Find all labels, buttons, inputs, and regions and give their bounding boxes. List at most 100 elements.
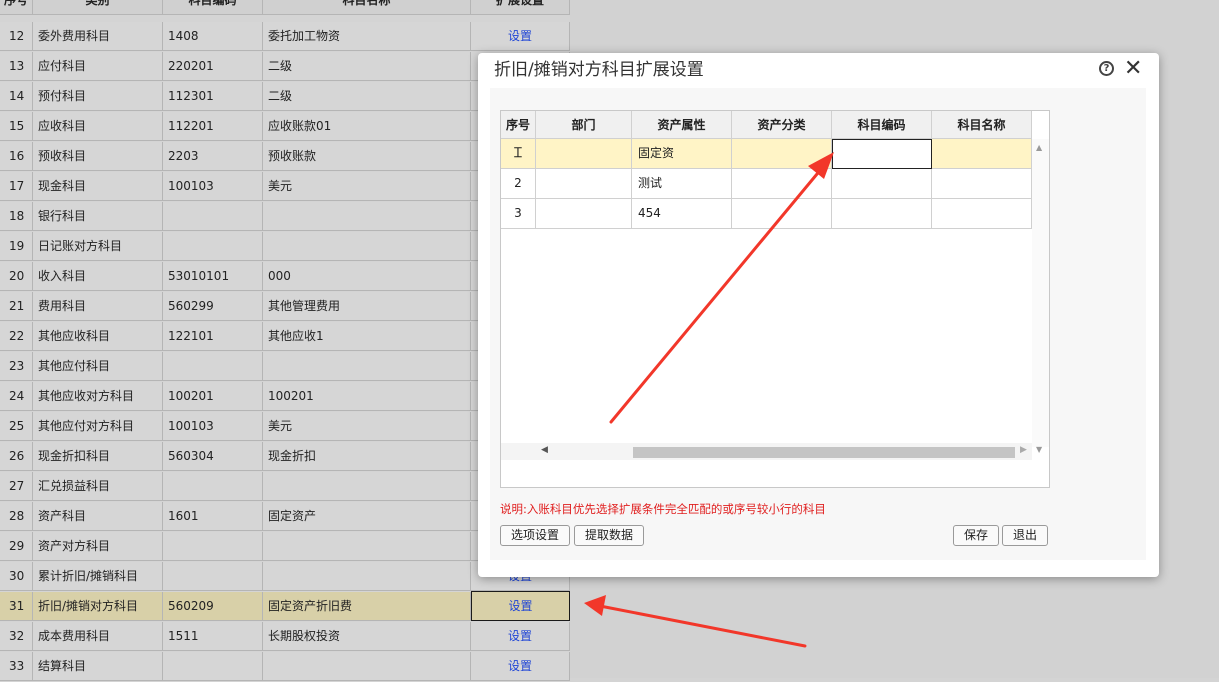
header-no: 序号 <box>0 0 33 15</box>
grid-cell-class[interactable] <box>732 139 832 169</box>
row-category: 费用科目 <box>33 292 163 321</box>
row-no: 12 <box>0 22 33 51</box>
grid-cell-class[interactable] <box>732 169 832 199</box>
settings-link[interactable]: 设置 <box>471 22 570 51</box>
row-name <box>263 652 471 681</box>
settings-link[interactable]: 设置 <box>471 591 570 621</box>
grid-cell-dept[interactable] <box>536 139 632 169</box>
grid-cell-name[interactable] <box>932 169 1032 199</box>
settings-link[interactable]: 设置 <box>471 652 570 681</box>
row-code: 560209 <box>163 592 263 621</box>
scroll-left-icon[interactable]: ◀ <box>541 445 548 455</box>
row-category: 汇兑损益科目 <box>33 472 163 501</box>
table-row[interactable]: 32 成本费用科目 1511 长期股权投资 设置 <box>0 622 570 652</box>
grid-cell-code[interactable] <box>832 199 932 229</box>
grid-cell-class[interactable] <box>732 199 832 229</box>
row-category: 其他应收科目 <box>33 322 163 351</box>
row-no: 28 <box>0 502 33 531</box>
row-no: 13 <box>0 52 33 81</box>
row-name: 长期股权投资 <box>263 622 471 651</box>
row-category: 应付科目 <box>33 52 163 81</box>
row-no: 32 <box>0 622 33 651</box>
grid-cell-no: 3 <box>501 199 536 229</box>
grid-header-dept: 部门 <box>536 111 632 139</box>
row-code <box>163 532 263 561</box>
row-no: 14 <box>0 82 33 111</box>
header-name: 科目名称 <box>263 0 471 15</box>
row-code <box>163 562 263 591</box>
grid-header-code: 科目编码 <box>832 111 932 139</box>
row-category: 资产科目 <box>33 502 163 531</box>
row-no: 15 <box>0 112 33 141</box>
grid-row[interactable]: 3 454 <box>501 199 1032 229</box>
row-code <box>163 352 263 381</box>
row-name: 固定资产 <box>263 502 471 531</box>
row-name: 二级 <box>263 52 471 81</box>
settings-link[interactable]: 设置 <box>471 622 570 651</box>
row-code <box>163 472 263 501</box>
row-no: 18 <box>0 202 33 231</box>
header-code: 科目编码 <box>163 0 263 15</box>
row-no: 22 <box>0 322 33 351</box>
grid-cell-dept[interactable] <box>536 199 632 229</box>
grid-cell-attr[interactable]: 固定资 <box>632 139 732 169</box>
grid-cell-dept[interactable] <box>536 169 632 199</box>
row-category: 应收科目 <box>33 112 163 141</box>
row-code: 560299 <box>163 292 263 321</box>
grid-row[interactable]: 2 测试 <box>501 169 1032 199</box>
grid-row[interactable]: ⌶ 固定资 <box>501 139 1032 169</box>
row-category: 委外费用科目 <box>33 22 163 51</box>
table-header: 序号 类别 科目编码 科目名称 扩展设置 <box>0 0 570 16</box>
close-icon[interactable]: ✕ <box>1124 56 1142 82</box>
exit-button[interactable]: 退出 <box>1002 525 1048 546</box>
extension-grid: 序号 部门 资产属性 资产分类 科目编码 科目名称 ⌶ 固定资 2 测试 3 4… <box>500 110 1050 488</box>
option-settings-button[interactable]: 选项设置 <box>500 525 570 546</box>
row-category: 其他应付科目 <box>33 352 163 381</box>
scroll-thumb[interactable] <box>633 447 1015 458</box>
scroll-down-icon[interactable]: ▼ <box>1036 445 1042 454</box>
account-code-input[interactable] <box>832 139 932 169</box>
grid-cell-name[interactable] <box>932 139 1032 169</box>
row-name: 其他应收1 <box>263 322 471 351</box>
grid-header: 序号 部门 资产属性 资产分类 科目编码 科目名称 <box>501 111 1032 139</box>
row-name <box>263 532 471 561</box>
grid-cell-no: 2 <box>501 169 536 199</box>
grid-cell-code[interactable] <box>832 169 932 199</box>
row-category: 其他应收对方科目 <box>33 382 163 411</box>
row-edit-icon[interactable]: ⌶ <box>501 139 536 169</box>
grid-cell-attr[interactable]: 454 <box>632 199 732 229</box>
table-row[interactable]: 12 委外费用科目 1408 委托加工物资 设置 <box>0 22 570 52</box>
fetch-data-button[interactable]: 提取数据 <box>574 525 644 546</box>
row-code: 112301 <box>163 82 263 111</box>
row-name <box>263 232 471 261</box>
row-code <box>163 652 263 681</box>
row-category: 成本费用科目 <box>33 622 163 651</box>
row-no: 29 <box>0 532 33 561</box>
row-no: 20 <box>0 262 33 291</box>
row-name: 其他管理费用 <box>263 292 471 321</box>
save-button[interactable]: 保存 <box>953 525 999 546</box>
header-ext: 扩展设置 <box>471 0 570 15</box>
scroll-up-icon[interactable]: ▲ <box>1036 143 1042 152</box>
row-no: 16 <box>0 142 33 171</box>
vertical-scrollbar[interactable]: ▲ ▼ <box>1032 139 1049 454</box>
row-code: 1601 <box>163 502 263 531</box>
scroll-right-icon[interactable]: ▶ <box>1020 445 1027 455</box>
horizontal-scrollbar[interactable]: ◀ ▶ <box>501 443 1032 460</box>
row-name: 固定资产折旧费 <box>263 592 471 621</box>
grid-header-attr: 资产属性 <box>632 111 732 139</box>
row-name: 美元 <box>263 412 471 441</box>
row-no: 25 <box>0 412 33 441</box>
row-category: 折旧/摊销对方科目 <box>33 592 163 621</box>
row-no: 23 <box>0 352 33 381</box>
help-icon[interactable]: ? <box>1099 61 1114 76</box>
grid-cell-attr[interactable]: 测试 <box>632 169 732 199</box>
row-code <box>163 232 263 261</box>
priority-note: 说明:入账科目优先选择扩展条件完全匹配的或序号较小行的科目 <box>500 502 826 516</box>
row-no: 30 <box>0 562 33 591</box>
row-no: 19 <box>0 232 33 261</box>
table-row[interactable]: 31 折旧/摊销对方科目 560209 固定资产折旧费 设置 <box>0 591 570 622</box>
grid-cell-name[interactable] <box>932 199 1032 229</box>
dialog-body: 序号 部门 资产属性 资产分类 科目编码 科目名称 ⌶ 固定资 2 测试 3 4… <box>490 88 1146 560</box>
row-name: 100201 <box>263 382 471 411</box>
